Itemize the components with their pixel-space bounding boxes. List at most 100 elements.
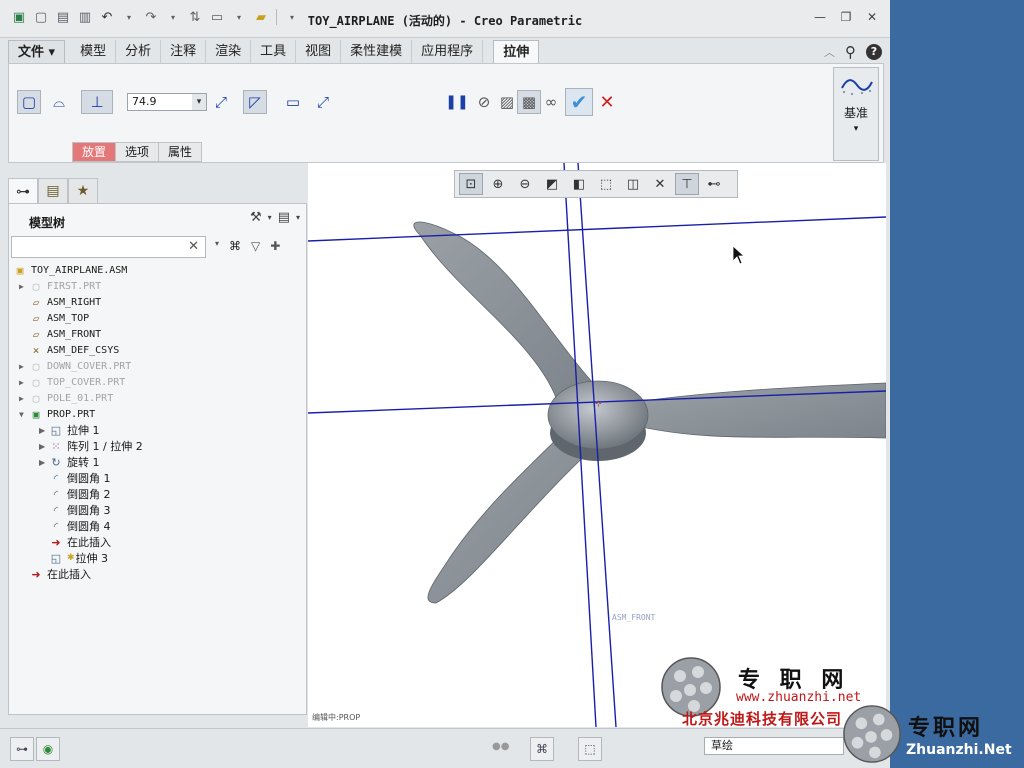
find-icon[interactable]: ⌘ bbox=[530, 737, 554, 761]
collapse-icon[interactable]: ▼ bbox=[19, 410, 29, 419]
verify-preview-icon[interactable]: ▩ bbox=[517, 90, 541, 114]
tree-node-asm-right[interactable]: ▱ ASM_RIGHT bbox=[29, 294, 102, 310]
remove-material-icon[interactable]: ◸ bbox=[243, 90, 267, 114]
tree-settings-icon[interactable]: ⚒ bbox=[250, 210, 262, 225]
tree-node-pattern-1[interactable]: ▶ ⁙ 阵列 1 / 拉伸 2 bbox=[39, 438, 143, 454]
tab-model[interactable]: 模型 bbox=[71, 40, 117, 64]
glasses-icon[interactable]: ∞ bbox=[539, 90, 563, 114]
app-logo-icon[interactable]: ▣ bbox=[10, 8, 28, 26]
graphics-viewport[interactable]: ⊹ ASM_FRONT bbox=[308, 163, 886, 727]
tab-file[interactable]: 文件 ▾ bbox=[8, 40, 66, 64]
dropdown-icon[interactable]: ▾ bbox=[120, 8, 138, 26]
dropdown-icon[interactable]: ▾ bbox=[215, 239, 219, 253]
flip-thicken-icon[interactable]: ⤢ bbox=[311, 90, 335, 114]
search-icon[interactable]: ⚲ bbox=[845, 43, 856, 61]
folder-browser-tab-icon[interactable]: ▤ bbox=[38, 178, 68, 204]
tree-node-asm-def-csys[interactable]: ⨯ ASM_DEF_CSYS bbox=[29, 342, 120, 358]
selection-box-icon[interactable]: ⬚ bbox=[578, 737, 602, 761]
subtab-placement[interactable]: 放置 bbox=[72, 142, 117, 162]
add-column-icon[interactable]: ✚ bbox=[270, 239, 280, 253]
regenerate-icon[interactable]: ⇅ bbox=[186, 8, 204, 26]
tree-node-insert-here-prop[interactable]: ➜ 在此插入 bbox=[49, 534, 111, 550]
expand-icon[interactable]: ▶ bbox=[39, 442, 49, 451]
tree-node-insert-here-asm[interactable]: ➜ 在此插入 bbox=[29, 566, 91, 582]
pause-icon[interactable]: ❚❚ bbox=[445, 90, 469, 114]
close-button[interactable]: ✕ bbox=[866, 10, 878, 24]
close-window-icon[interactable]: ▰ bbox=[252, 8, 270, 26]
customize-dropdown-icon[interactable]: ▾ bbox=[283, 8, 301, 26]
undo-icon[interactable]: ↶ bbox=[98, 8, 116, 26]
no-preview-icon[interactable]: ⊘ bbox=[472, 90, 496, 114]
open-folder-icon[interactable]: ▤ bbox=[54, 8, 72, 26]
tab-analysis[interactable]: 分析 bbox=[116, 40, 162, 64]
find-icon[interactable]: ⌘ bbox=[229, 239, 241, 253]
depth-value-field[interactable]: 74.9 ▾ bbox=[127, 93, 207, 111]
depth-dropdown-icon[interactable]: ▾ bbox=[192, 94, 206, 110]
tab-view[interactable]: 视图 bbox=[296, 40, 342, 64]
model-tree-tab-icon[interactable]: ⊶ bbox=[8, 178, 38, 204]
windows-icon[interactable]: ▭ bbox=[208, 8, 226, 26]
refit-icon[interactable]: ⊡ bbox=[459, 173, 483, 195]
tree-search-field[interactable]: ✕ bbox=[11, 236, 206, 258]
expand-icon[interactable]: ▶ bbox=[19, 378, 29, 387]
dropdown-icon[interactable]: ▾ bbox=[164, 8, 182, 26]
depth-blind-icon[interactable]: ⊥ bbox=[81, 90, 113, 114]
tab-extrude[interactable]: 拉伸 bbox=[493, 40, 540, 64]
view-manager-icon[interactable]: ◫ bbox=[621, 173, 645, 195]
tree-node-extrude-1[interactable]: ▶ ◱ 拉伸 1 bbox=[39, 422, 100, 438]
filter-icon[interactable]: ▽ bbox=[251, 239, 260, 253]
selection-filter[interactable]: 草绘 bbox=[704, 737, 844, 755]
preview-icon[interactable]: ▨ bbox=[495, 90, 519, 114]
new-file-icon[interactable]: ▢ bbox=[32, 8, 50, 26]
tab-applications[interactable]: 应用程序 bbox=[412, 40, 484, 64]
dropdown-icon[interactable]: ▾ bbox=[296, 213, 300, 222]
show-icon[interactable]: ▤ bbox=[278, 210, 290, 225]
tree-node-first-prt[interactable]: ▶ ▢ FIRST.PRT bbox=[19, 278, 101, 294]
saved-orientations-icon[interactable]: ⬚ bbox=[594, 173, 618, 195]
ok-check-icon[interactable]: ✔ bbox=[565, 88, 593, 116]
cancel-x-icon[interactable]: ✕ bbox=[595, 90, 619, 114]
expand-icon[interactable]: ▶ bbox=[19, 362, 29, 371]
tree-node-down-cover[interactable]: ▶ ▢ DOWN_COVER.PRT bbox=[19, 358, 131, 374]
tree-node-round-3[interactable]: ◜ 倒圆角 3 bbox=[49, 502, 111, 518]
help-icon[interactable]: ? bbox=[866, 44, 882, 60]
clear-search-icon[interactable]: ✕ bbox=[188, 239, 199, 254]
zoom-in-icon[interactable]: ⊕ bbox=[486, 173, 510, 195]
tree-node-asm-front[interactable]: ▱ ASM_FRONT bbox=[29, 326, 102, 342]
zoom-out-icon[interactable]: ⊖ bbox=[513, 173, 537, 195]
minimize-button[interactable]: — bbox=[814, 10, 826, 24]
datum-group[interactable]: 基准 ▾ bbox=[833, 67, 879, 161]
message-indicator-icon[interactable]: ●● bbox=[492, 741, 516, 755]
display-style-icon[interactable]: ◧ bbox=[567, 173, 591, 195]
tree-node-round-1[interactable]: ◜ 倒圆角 1 bbox=[49, 470, 111, 486]
expand-icon[interactable]: ▶ bbox=[39, 458, 49, 467]
tree-node-asm[interactable]: ▣ TOY_AIRPLANE.ASM bbox=[13, 262, 128, 278]
toggle-navigator-icon[interactable]: ⊶ bbox=[10, 737, 34, 761]
save-icon[interactable]: ▥ bbox=[76, 8, 94, 26]
subtab-properties[interactable]: 属性 bbox=[158, 142, 203, 162]
tab-tools[interactable]: 工具 bbox=[251, 40, 297, 64]
annotation-display-icon[interactable]: ⊤ bbox=[675, 173, 699, 195]
datum-dropdown-icon[interactable]: ▾ bbox=[834, 124, 878, 134]
favorites-tab-icon[interactable]: ★ bbox=[68, 178, 98, 204]
datum-display-filters-icon[interactable]: ✕ bbox=[648, 173, 672, 195]
tree-node-top-cover[interactable]: ▶ ▢ TOP_COVER.PRT bbox=[19, 374, 125, 390]
subtab-options[interactable]: 选项 bbox=[115, 142, 160, 162]
redo-icon[interactable]: ↷ bbox=[142, 8, 160, 26]
tree-node-extrude-3[interactable]: ◱ ✱ 拉伸 3 bbox=[49, 550, 108, 566]
tree-node-round-2[interactable]: ◜ 倒圆角 2 bbox=[49, 486, 111, 502]
tree-node-round-4[interactable]: ◜ 倒圆角 4 bbox=[49, 518, 111, 534]
dropdown-icon[interactable]: ▾ bbox=[268, 213, 272, 222]
spin-center-icon[interactable]: ⊷ bbox=[702, 173, 726, 195]
dropdown-icon[interactable]: ▾ bbox=[230, 8, 248, 26]
tab-render[interactable]: 渲染 bbox=[206, 40, 252, 64]
extrude-solid-icon[interactable]: ▢ bbox=[17, 90, 41, 114]
tab-flexible-modeling[interactable]: 柔性建模 bbox=[341, 40, 413, 64]
expand-icon[interactable]: ▶ bbox=[19, 394, 29, 403]
tree-node-prop[interactable]: ▼ ▣ PROP.PRT bbox=[19, 406, 95, 422]
maximize-button[interactable]: ❐ bbox=[840, 10, 852, 24]
tree-node-revolve-1[interactable]: ▶ ↻ 旋转 1 bbox=[39, 454, 100, 470]
tree-node-asm-top[interactable]: ▱ ASM_TOP bbox=[29, 310, 89, 326]
tree-node-pole[interactable]: ▶ ▢ POLE_01.PRT bbox=[19, 390, 113, 406]
repaint-icon[interactable]: ◩ bbox=[540, 173, 564, 195]
